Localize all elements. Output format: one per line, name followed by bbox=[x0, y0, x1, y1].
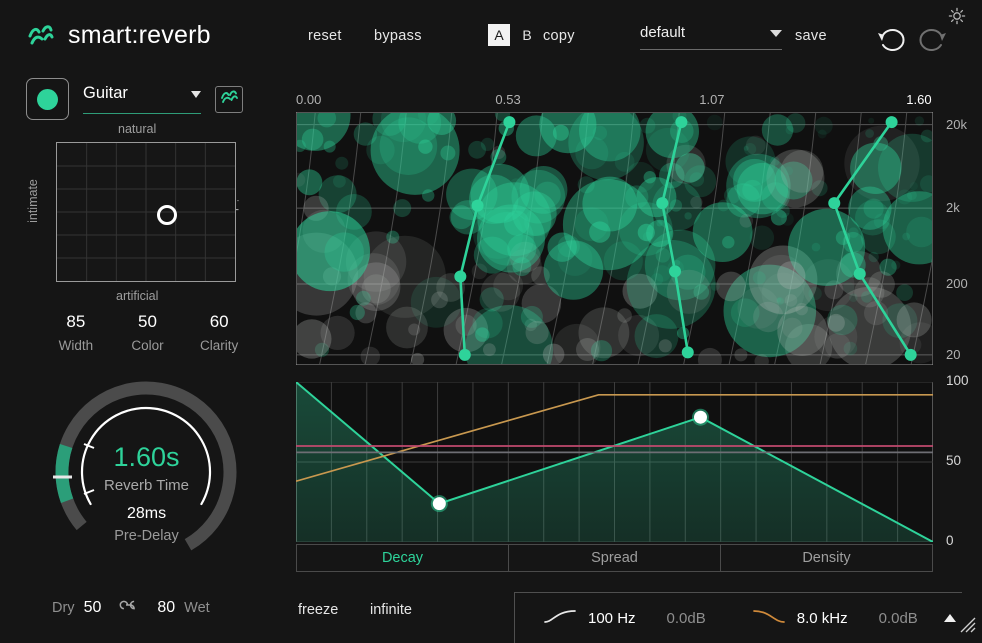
param-width-label: Width bbox=[40, 338, 112, 353]
spectral-canvas bbox=[296, 112, 933, 365]
dry-wet-row: Dry 50 80 Wet bbox=[52, 598, 210, 617]
undo-redo-group bbox=[875, 23, 949, 60]
param-clarity-label: Clarity bbox=[183, 338, 255, 353]
preset-dropdown[interactable]: default bbox=[640, 24, 782, 50]
app-logo: smart:reverb bbox=[26, 20, 211, 50]
eq-bar: 100 Hz 0.0dB 8.0 kHz 0.0dB bbox=[514, 592, 962, 643]
freq-tick-1: 2k bbox=[946, 200, 960, 215]
eq-lowpass-gain[interactable]: 0.0dB bbox=[879, 610, 918, 627]
profile-led-icon bbox=[37, 89, 58, 110]
xy-label-top: natural bbox=[118, 122, 156, 136]
chevron-down-icon bbox=[191, 91, 201, 98]
lowpass-curve-icon bbox=[752, 608, 786, 629]
time-tick-3: 1.60 bbox=[906, 92, 931, 107]
freq-tick-2: 200 bbox=[946, 276, 968, 291]
xy-grid bbox=[57, 143, 235, 281]
reverb-time-value: 1.60s bbox=[44, 442, 249, 473]
instrument-dropdown[interactable]: Guitar bbox=[83, 84, 201, 114]
eq-highpass-freq[interactable]: 100 Hz bbox=[588, 610, 636, 627]
time-tick-1: 0.53 bbox=[495, 92, 520, 107]
xy-label-bottom: artificial bbox=[116, 289, 158, 303]
freq-tick-0: 20k bbox=[946, 117, 967, 132]
dry-value[interactable]: 50 bbox=[84, 599, 102, 617]
eq-highpass-gain[interactable]: 0.0dB bbox=[667, 610, 706, 627]
gear-icon[interactable] bbox=[948, 7, 966, 30]
dry-label: Dry bbox=[52, 600, 75, 616]
time-tick-2: 1.07 bbox=[699, 92, 724, 107]
infinite-button[interactable]: infinite bbox=[370, 602, 412, 618]
tab-spread[interactable]: Spread bbox=[509, 545, 721, 571]
instrument-selector-row: Guitar bbox=[26, 78, 243, 120]
character-xy-pad-block: natural artificial intimate rich bbox=[56, 126, 236, 306]
smart-waveform-icon bbox=[220, 88, 239, 110]
reverb-time-label: Reverb Time bbox=[44, 477, 249, 494]
highpass-curve-icon bbox=[543, 608, 577, 629]
envelope-tick-2: 0 bbox=[946, 533, 954, 548]
ab-slot-b-button[interactable]: B bbox=[516, 24, 538, 46]
ab-compare-group: A B bbox=[488, 24, 538, 46]
eq-lowpass-freq[interactable]: 8.0 kHz bbox=[797, 610, 848, 627]
chevron-down-icon bbox=[770, 30, 782, 37]
param-clarity[interactable]: 60 Clarity bbox=[183, 312, 255, 353]
ab-slot-a-button[interactable]: A bbox=[488, 24, 510, 46]
triangle-up-icon[interactable] bbox=[944, 614, 956, 622]
param-width-value: 85 bbox=[40, 312, 112, 332]
xy-pad-handle[interactable] bbox=[157, 205, 177, 225]
envelope-tick-1: 50 bbox=[946, 453, 961, 468]
predelay-label: Pre-Delay bbox=[44, 528, 249, 544]
envelope-canvas bbox=[296, 382, 933, 542]
top-toolbar: smart:reverb reset bypass A B copy defau… bbox=[0, 0, 982, 68]
envelope-tabs: Decay Spread Density bbox=[296, 544, 933, 572]
time-tick-0: 0.00 bbox=[296, 92, 321, 107]
spectral-frequency-axis: 20k 2k 200 20 bbox=[940, 112, 982, 365]
spectral-time-axis: 0.00 0.53 1.07 1.60 bbox=[296, 92, 933, 110]
envelope-editor[interactable] bbox=[296, 382, 933, 542]
character-xy-pad[interactable] bbox=[56, 142, 236, 282]
reverb-time-knob[interactable]: 1.60s Reverb Time 28ms Pre-Delay bbox=[44, 380, 249, 575]
character-params-row: 85 Width 50 Color 60 Clarity bbox=[40, 312, 255, 353]
envelope-tick-0: 100 bbox=[946, 373, 969, 388]
preset-name: default bbox=[640, 24, 685, 41]
wet-value[interactable]: 80 bbox=[157, 599, 175, 617]
envelope-value-axis: 100500 bbox=[940, 382, 982, 548]
link-icon[interactable] bbox=[118, 598, 140, 617]
tab-density[interactable]: Density bbox=[721, 545, 932, 571]
param-width[interactable]: 85 Width bbox=[40, 312, 112, 353]
resize-grip-icon[interactable] bbox=[955, 612, 977, 639]
copy-button[interactable]: copy bbox=[543, 28, 575, 44]
freq-tick-3: 20 bbox=[946, 347, 960, 362]
redo-icon[interactable] bbox=[915, 23, 949, 60]
spectral-decay-view[interactable] bbox=[296, 112, 933, 365]
plugin-window: smart:reverb reset bypass A B copy defau… bbox=[0, 0, 982, 643]
eq-lowpass[interactable]: 8.0 kHz 0.0dB bbox=[752, 608, 918, 629]
param-color-value: 50 bbox=[112, 312, 184, 332]
app-title: smart:reverb bbox=[68, 21, 211, 50]
xy-label-left: intimate bbox=[26, 179, 40, 223]
freeze-button[interactable]: freeze bbox=[298, 602, 338, 618]
undo-icon[interactable] bbox=[875, 23, 909, 60]
param-color[interactable]: 50 Color bbox=[112, 312, 184, 353]
smart-waveform-button[interactable] bbox=[215, 86, 243, 113]
save-preset-button[interactable]: save bbox=[795, 28, 827, 44]
wet-label: Wet bbox=[184, 600, 210, 616]
param-color-label: Color bbox=[112, 338, 184, 353]
smart-logo-icon bbox=[26, 20, 56, 50]
reset-button[interactable]: reset bbox=[308, 28, 342, 44]
predelay-value[interactable]: 28ms bbox=[44, 505, 249, 523]
bypass-button[interactable]: bypass bbox=[374, 28, 422, 44]
profile-led-button[interactable] bbox=[26, 78, 69, 120]
eq-highpass[interactable]: 100 Hz 0.0dB bbox=[543, 608, 706, 629]
instrument-name: Guitar bbox=[83, 84, 128, 103]
param-clarity-value: 60 bbox=[183, 312, 255, 332]
tab-decay[interactable]: Decay bbox=[297, 545, 509, 571]
